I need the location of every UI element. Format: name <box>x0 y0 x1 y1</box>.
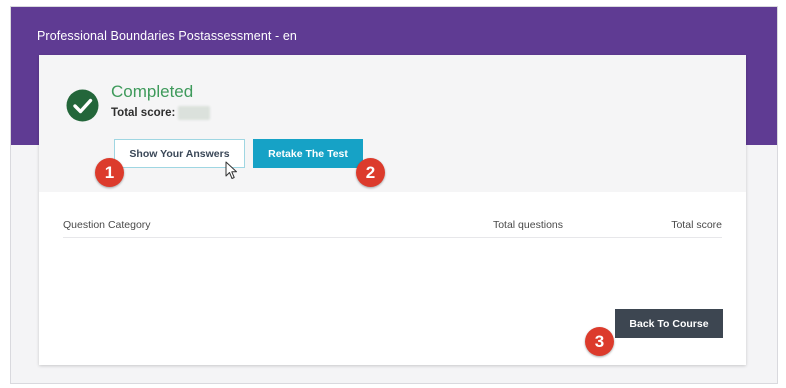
completion-status: Completed <box>111 82 194 101</box>
mouse-cursor-icon <box>225 161 237 179</box>
column-header-total-questions: Total questions <box>492 219 563 231</box>
back-to-course-button[interactable]: Back To Course <box>615 309 723 338</box>
callout-badge-1: 1 <box>95 158 124 187</box>
total-score-label: Total score: <box>111 107 176 119</box>
results-card: Completed Total score: Show Your Answers… <box>39 55 746 365</box>
results-table-header: Question Category Total questions Total … <box>63 213 722 238</box>
retake-test-button[interactable]: Retake The Test <box>253 139 363 168</box>
column-header-total-score: Total score <box>671 219 722 231</box>
results-summary: Completed Total score: Show Your Answers… <box>39 55 746 192</box>
callout-badge-2: 2 <box>356 158 385 187</box>
total-score-value-redacted <box>178 106 210 120</box>
page-title: Professional Boundaries Postassessment -… <box>37 29 297 43</box>
page-frame: Professional Boundaries Postassessment -… <box>10 6 778 384</box>
check-circle-icon <box>66 89 99 122</box>
callout-badge-3: 3 <box>585 327 614 356</box>
column-header-question-category: Question Category <box>63 219 151 231</box>
